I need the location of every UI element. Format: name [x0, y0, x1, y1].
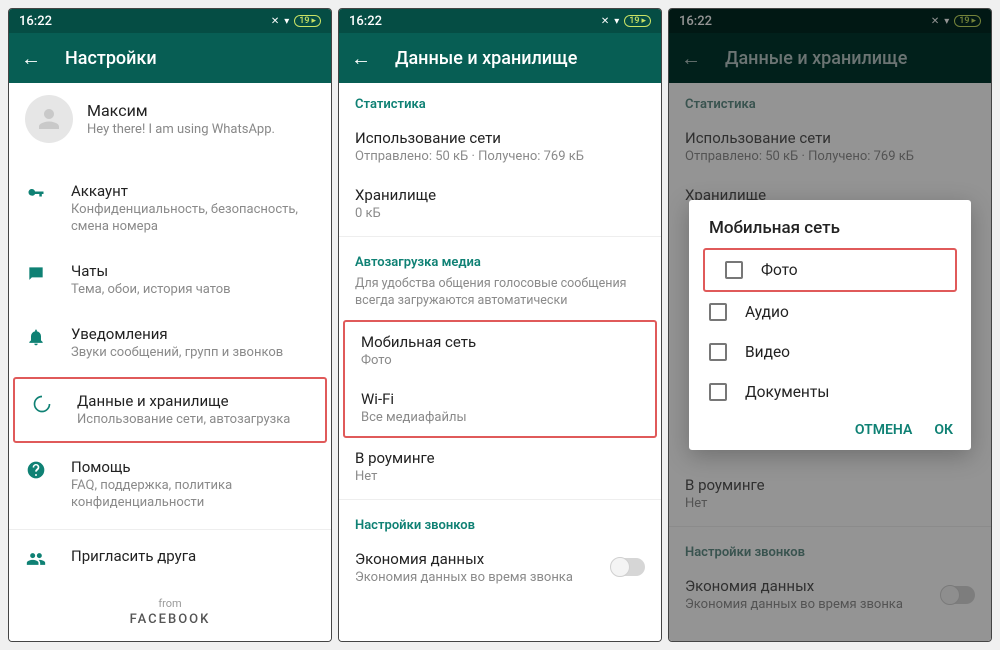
data-storage-list: Статистика Использование сети Отправлено…	[339, 83, 661, 641]
data-usage-icon	[31, 393, 53, 415]
signal-icon: ▾	[614, 16, 619, 27]
back-arrow-icon[interactable]: ←	[21, 46, 41, 71]
phone-data-storage: 16:22 ✕ ▾ 19▸ ← Данные и хранилище Стати…	[338, 8, 662, 642]
settings-list: Максим Hey there! I am using WhatsApp. А…	[9, 83, 331, 641]
dialog-title: Мобильная сеть	[689, 218, 971, 248]
app-bar: ← Настройки	[9, 33, 331, 83]
row-data-economy[interactable]: Экономия данных Экономия данных во время…	[339, 539, 661, 596]
row-account[interactable]: АккаунтКонфиденциальность, безопасность,…	[9, 169, 331, 249]
phone-settings: 16:22 ✕ ▾ 19▸ ← Настройки Максим Hey the…	[8, 8, 332, 642]
modal-overlay[interactable]: Мобильная сеть Фото Аудио Видео Документ…	[669, 9, 991, 641]
back-arrow-icon[interactable]: ←	[351, 46, 371, 71]
profile-status: Hey there! I am using WhatsApp.	[87, 122, 275, 137]
row-data-storage[interactable]: Данные и хранилищеИспользование сети, ав…	[13, 377, 327, 444]
media-note: Для удобства общения голосовые сообщения…	[339, 276, 661, 320]
checkbox-icon[interactable]	[709, 343, 727, 361]
people-icon	[25, 548, 47, 570]
row-network-usage[interactable]: Использование сети Отправлено: 50 кБ · П…	[339, 118, 661, 175]
option-photo[interactable]: Фото	[703, 248, 957, 292]
dnd-icon: ✕	[271, 16, 279, 27]
phone-dialog: 16:22 ✕ ▾ 19▸ ← Данные и хранилище Стати…	[668, 8, 992, 642]
checkbox-icon[interactable]	[709, 383, 727, 401]
signal-icon: ▾	[284, 16, 289, 27]
toggle-economy[interactable]	[611, 558, 645, 576]
avatar-icon	[25, 95, 73, 143]
help-icon	[25, 459, 47, 481]
profile-row[interactable]: Максим Hey there! I am using WhatsApp.	[9, 83, 331, 157]
status-time: 16:22	[19, 14, 52, 29]
highlight-autodownload: Мобильная сеть Фото Wi-Fi Все медиафайлы	[343, 320, 657, 438]
option-video[interactable]: Видео	[689, 332, 971, 372]
dialog-actions: ОТМЕНА ОК	[689, 412, 971, 442]
option-documents[interactable]: Документы	[689, 372, 971, 412]
row-wifi[interactable]: Wi-Fi Все медиафайлы	[345, 379, 655, 436]
status-indicators: ✕ ▾ 19▸	[271, 15, 321, 27]
page-title: Данные и хранилище	[395, 48, 577, 69]
row-notifications[interactable]: УведомленияЗвуки сообщений, групп и звон…	[9, 312, 331, 375]
section-stats: Статистика	[339, 83, 661, 118]
battery-badge: 19▸	[624, 15, 651, 27]
bell-icon	[25, 326, 47, 348]
row-invite[interactable]: Пригласить друга	[9, 534, 331, 583]
checkbox-icon[interactable]	[725, 261, 743, 279]
key-icon	[25, 183, 47, 205]
footer-brand: from FACEBOOK	[9, 583, 331, 637]
row-mobile-network[interactable]: Мобильная сеть Фото	[345, 322, 655, 379]
status-bar: 16:22 ✕ ▾ 19▸	[9, 9, 331, 33]
row-storage[interactable]: Хранилище 0 кБ	[339, 175, 661, 232]
status-indicators: ✕ ▾ 19▸	[601, 15, 651, 27]
row-help[interactable]: ПомощьFAQ, поддержка, политика конфиденц…	[9, 445, 331, 525]
checkbox-icon[interactable]	[709, 303, 727, 321]
section-calls: Настройки звонков	[339, 504, 661, 539]
option-audio[interactable]: Аудио	[689, 292, 971, 332]
profile-name: Максим	[87, 101, 275, 120]
app-bar: ← Данные и хранилище	[339, 33, 661, 83]
row-chats[interactable]: ЧатыТема, обои, история чатов	[9, 249, 331, 312]
mobile-network-dialog: Мобильная сеть Фото Аудио Видео Документ…	[689, 200, 971, 450]
dnd-icon: ✕	[601, 16, 609, 27]
ok-button[interactable]: ОК	[934, 422, 953, 438]
status-time: 16:22	[349, 14, 382, 29]
page-title: Настройки	[65, 48, 157, 69]
section-media: Автозагрузка медиа	[339, 241, 661, 276]
profile-text: Максим Hey there! I am using WhatsApp.	[87, 101, 275, 137]
cancel-button[interactable]: ОТМЕНА	[855, 422, 912, 438]
battery-badge: 19▸	[294, 15, 321, 27]
chat-icon	[25, 263, 47, 285]
status-bar: 16:22 ✕ ▾ 19▸	[339, 9, 661, 33]
row-roaming[interactable]: В роуминге Нет	[339, 438, 661, 495]
